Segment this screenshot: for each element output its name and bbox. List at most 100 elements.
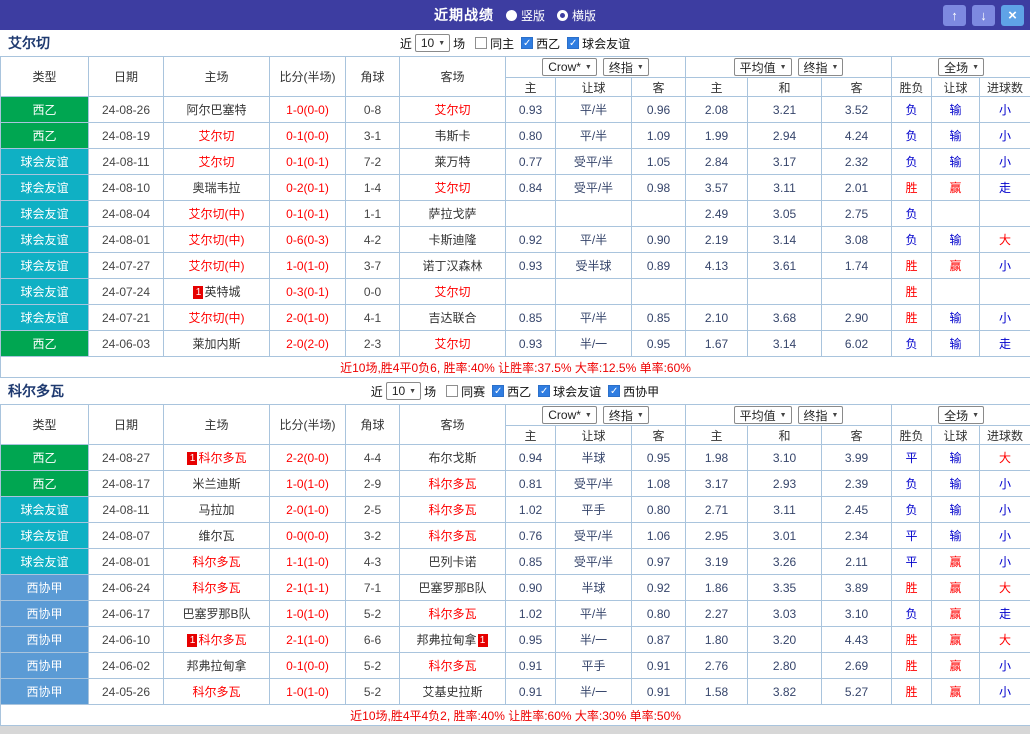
fullmatch-select[interactable]: 全场▼ (938, 406, 984, 424)
fullmatch-select[interactable]: 全场▼ (938, 58, 984, 76)
goals-over-under-result: 小 (980, 523, 1030, 549)
home-team-link[interactable]: 科尔多瓦 (164, 575, 270, 601)
checkbox-checked-icon: ✓ (521, 37, 533, 49)
average-select[interactable]: 平均值▼ (734, 58, 792, 76)
home-team-link[interactable]: 莱加内斯 (164, 331, 270, 357)
handicap-result: 输 (932, 497, 980, 523)
home-team-link[interactable]: 维尔瓦 (164, 523, 270, 549)
filter-checkbox-1[interactable]: ✓西乙 (521, 35, 560, 52)
league-type-badge: 西协甲 (1, 653, 89, 679)
odds-time-select[interactable]: 终指▼ (603, 406, 649, 424)
handicap-away-odds: 0.90 (632, 227, 686, 253)
filter-checkbox-0[interactable]: 同赛 (446, 383, 485, 400)
move-up-button[interactable]: ↑ (943, 5, 966, 26)
match-row: 球会友谊 24-08-07 维尔瓦 0-0(0-0) 3-2 科尔多瓦 0.76… (1, 523, 1030, 549)
away-team-link[interactable]: 邦弗拉甸拿1 (400, 627, 506, 653)
home-team-link[interactable]: 艾尔切 (164, 123, 270, 149)
bookmaker-select[interactable]: Crow*▼ (542, 406, 597, 424)
avg-away-odds: 3.89 (822, 575, 892, 601)
home-team-link[interactable]: 马拉加 (164, 497, 270, 523)
away-team-link[interactable]: 艾尔切 (400, 279, 506, 305)
match-date: 24-08-01 (89, 227, 164, 253)
team-name-text: 邦弗拉甸拿 (416, 633, 476, 647)
away-team-link[interactable]: 科尔多瓦 (400, 471, 506, 497)
away-team-link[interactable]: 艾尔切 (400, 331, 506, 357)
home-team-link[interactable]: 米兰迪斯 (164, 471, 270, 497)
odds-time-select[interactable]: 终指▼ (603, 58, 649, 76)
filter-checkbox-2[interactable]: ✓球会友谊 (538, 383, 601, 400)
home-team-link[interactable]: 邦弗拉甸拿 (164, 653, 270, 679)
away-team-link[interactable]: 艾尔切 (400, 97, 506, 123)
home-team-link[interactable]: 艾尔切(中) (164, 253, 270, 279)
away-team-link[interactable]: 艾尔切 (400, 175, 506, 201)
home-team-link[interactable]: 艾尔切 (164, 149, 270, 175)
home-team-link[interactable]: 艾尔切(中) (164, 227, 270, 253)
home-team-link[interactable]: 奥瑞韦拉 (164, 175, 270, 201)
handicap-line: 半/一 (556, 627, 632, 653)
away-team-link[interactable]: 诺丁汉森林 (400, 253, 506, 279)
handicap-line: 平/半 (556, 601, 632, 627)
avg-away-odds: 2.34 (822, 523, 892, 549)
home-team-link[interactable]: 艾尔切(中) (164, 201, 270, 227)
home-team-link[interactable]: 1科尔多瓦 (164, 627, 270, 653)
home-team-link[interactable]: 艾尔切(中) (164, 305, 270, 331)
home-team-link[interactable]: 科尔多瓦 (164, 549, 270, 575)
home-team-link[interactable]: 阿尔巴塞特 (164, 97, 270, 123)
move-down-button[interactable]: ↓ (972, 5, 995, 26)
horizontal-scrollbar[interactable] (0, 726, 1030, 734)
handicap-away-odds: 1.05 (632, 149, 686, 175)
away-team-link[interactable]: 萨拉戈萨 (400, 201, 506, 227)
avg-draw-odds: 3.11 (748, 175, 822, 201)
win-loss-result: 负 (892, 601, 932, 627)
matches-body: 西乙 24-08-27 1科尔多瓦 2-2(0-0) 4-4 布尔戈斯 0.94… (1, 445, 1030, 705)
away-team-link[interactable]: 布尔戈斯 (400, 445, 506, 471)
filter-checkbox-2[interactable]: ✓球会友谊 (567, 35, 630, 52)
match-row: 球会友谊 24-07-21 艾尔切(中) 2-0(1-0) 4-1 吉达联合 0… (1, 305, 1030, 331)
odds-time-select[interactable]: 终指▼ (798, 58, 844, 76)
team-name-text: 艾尔切 (198, 129, 234, 143)
home-team-link[interactable]: 巴塞罗那B队 (164, 601, 270, 627)
bookmaker-select[interactable]: Crow*▼ (542, 58, 597, 76)
odds-time-select[interactable]: 终指▼ (798, 406, 844, 424)
home-team-link[interactable]: 科尔多瓦 (164, 679, 270, 705)
chevron-down-icon: ▼ (972, 64, 979, 71)
match-row: 西协甲 24-06-02 邦弗拉甸拿 0-1(0-0) 5-2 科尔多瓦 0.9… (1, 653, 1030, 679)
away-team-link[interactable]: 韦斯卡 (400, 123, 506, 149)
league-type-badge: 球会友谊 (1, 227, 89, 253)
away-team-link[interactable]: 艾基史拉斯 (400, 679, 506, 705)
away-team-link[interactable]: 科尔多瓦 (400, 497, 506, 523)
away-team-link[interactable]: 卡斯迪隆 (400, 227, 506, 253)
view-option-vertical[interactable]: 竖版 (506, 7, 545, 24)
away-team-link[interactable]: 巴列卡诺 (400, 549, 506, 575)
away-team-link[interactable]: 巴塞罗那B队 (400, 575, 506, 601)
recent-count-select[interactable]: 10▼ (415, 34, 450, 52)
handicap-away-odds: 1.06 (632, 523, 686, 549)
team-name-text: 科尔多瓦 (428, 503, 476, 517)
away-team-link[interactable]: 科尔多瓦 (400, 601, 506, 627)
away-team-link[interactable]: 莱万特 (400, 149, 506, 175)
filter-checkbox-1[interactable]: ✓西乙 (492, 383, 531, 400)
col-header-avg-draw: 和 (748, 78, 822, 97)
away-team-link[interactable]: 科尔多瓦 (400, 523, 506, 549)
handicap-line: 半球 (556, 445, 632, 471)
view-option-horizontal[interactable]: 横版 (557, 7, 596, 24)
average-odds-group: 平均值▼ 终指▼ (686, 405, 892, 426)
corner-count: 0-8 (346, 97, 400, 123)
avg-draw-odds: 3.11 (748, 497, 822, 523)
recent-count-select[interactable]: 10▼ (386, 382, 421, 400)
filter-checkbox-3[interactable]: ✓西协甲 (608, 383, 659, 400)
handicap-line: 受平/半 (556, 523, 632, 549)
avg-away-odds: 2.39 (822, 471, 892, 497)
away-team-link[interactable]: 吉达联合 (400, 305, 506, 331)
team-name-text: 科尔多瓦 (428, 659, 476, 673)
average-select[interactable]: 平均值▼ (734, 406, 792, 424)
home-team-link[interactable]: 1英特城 (164, 279, 270, 305)
radio-unselected-icon (506, 10, 517, 21)
handicap-line: 半球 (556, 575, 632, 601)
away-team-link[interactable]: 科尔多瓦 (400, 653, 506, 679)
filter-checkbox-0[interactable]: 同主 (475, 35, 514, 52)
home-team-link[interactable]: 1科尔多瓦 (164, 445, 270, 471)
team-name-text: 艾尔切(中) (189, 207, 245, 221)
close-button[interactable]: × (1001, 5, 1024, 26)
handicap-line: 平手 (556, 653, 632, 679)
